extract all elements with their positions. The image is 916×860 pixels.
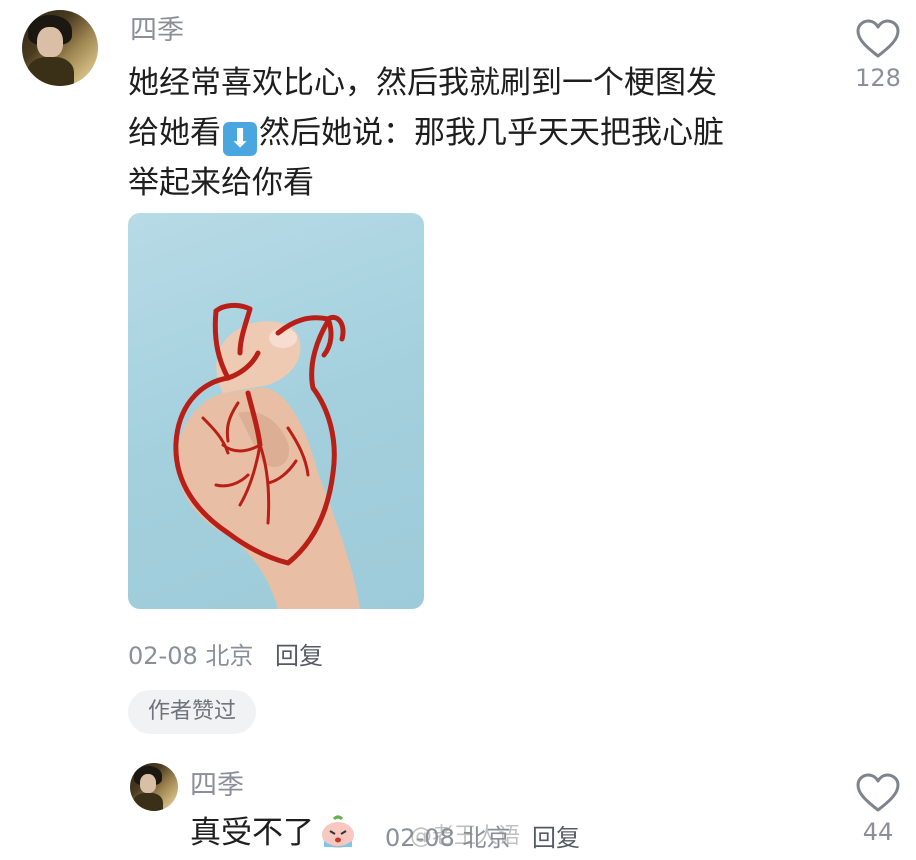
comment-text-line-3: 举起来给你看: [128, 165, 314, 201]
comment-location: 北京: [205, 642, 254, 670]
author-liked-badge: 作者赞过: [128, 690, 256, 734]
comment-meta: 02-08 北京 回复: [128, 636, 323, 671]
crying-emoji-icon: [322, 815, 354, 848]
watermark: @老王人语: [410, 824, 521, 849]
comment-text-line-2: 给她看 ⬇ 然后她说：那我几乎天天把我心脏: [128, 115, 724, 156]
heart-outline-icon: [856, 773, 900, 812]
comment-text-line-1: 她经常喜欢比心，然后我就刷到一个梗图发: [128, 65, 717, 101]
reply-avatar[interactable]: [130, 763, 178, 811]
comment-like-button[interactable]: 128: [846, 18, 910, 92]
reply-like-button[interactable]: 44: [846, 772, 910, 846]
comment-date: 02-08: [128, 642, 198, 670]
comment-like-count: 128: [855, 64, 901, 92]
heart-outline-icon: [856, 19, 900, 58]
reply-username[interactable]: 四季: [190, 763, 244, 802]
reply-like-count: 44: [862, 818, 894, 846]
down-arrow-emoji-icon: ⬇: [223, 122, 257, 156]
reply-text: 真受不了: [190, 808, 358, 858]
comment-reply-button[interactable]: 回复: [275, 642, 323, 670]
comment-username[interactable]: 四季: [130, 8, 184, 47]
comment-text: 她经常喜欢比心，然后我就刷到一个梗图发 给她看 ⬇ 然后她说：那我几乎天天把我心脏 …: [128, 58, 828, 208]
comment-image[interactable]: [128, 213, 424, 609]
reply-reply-button[interactable]: 回复: [532, 824, 580, 852]
heart-hand-photo-icon: [173, 302, 360, 609]
avatar[interactable]: [22, 10, 98, 86]
